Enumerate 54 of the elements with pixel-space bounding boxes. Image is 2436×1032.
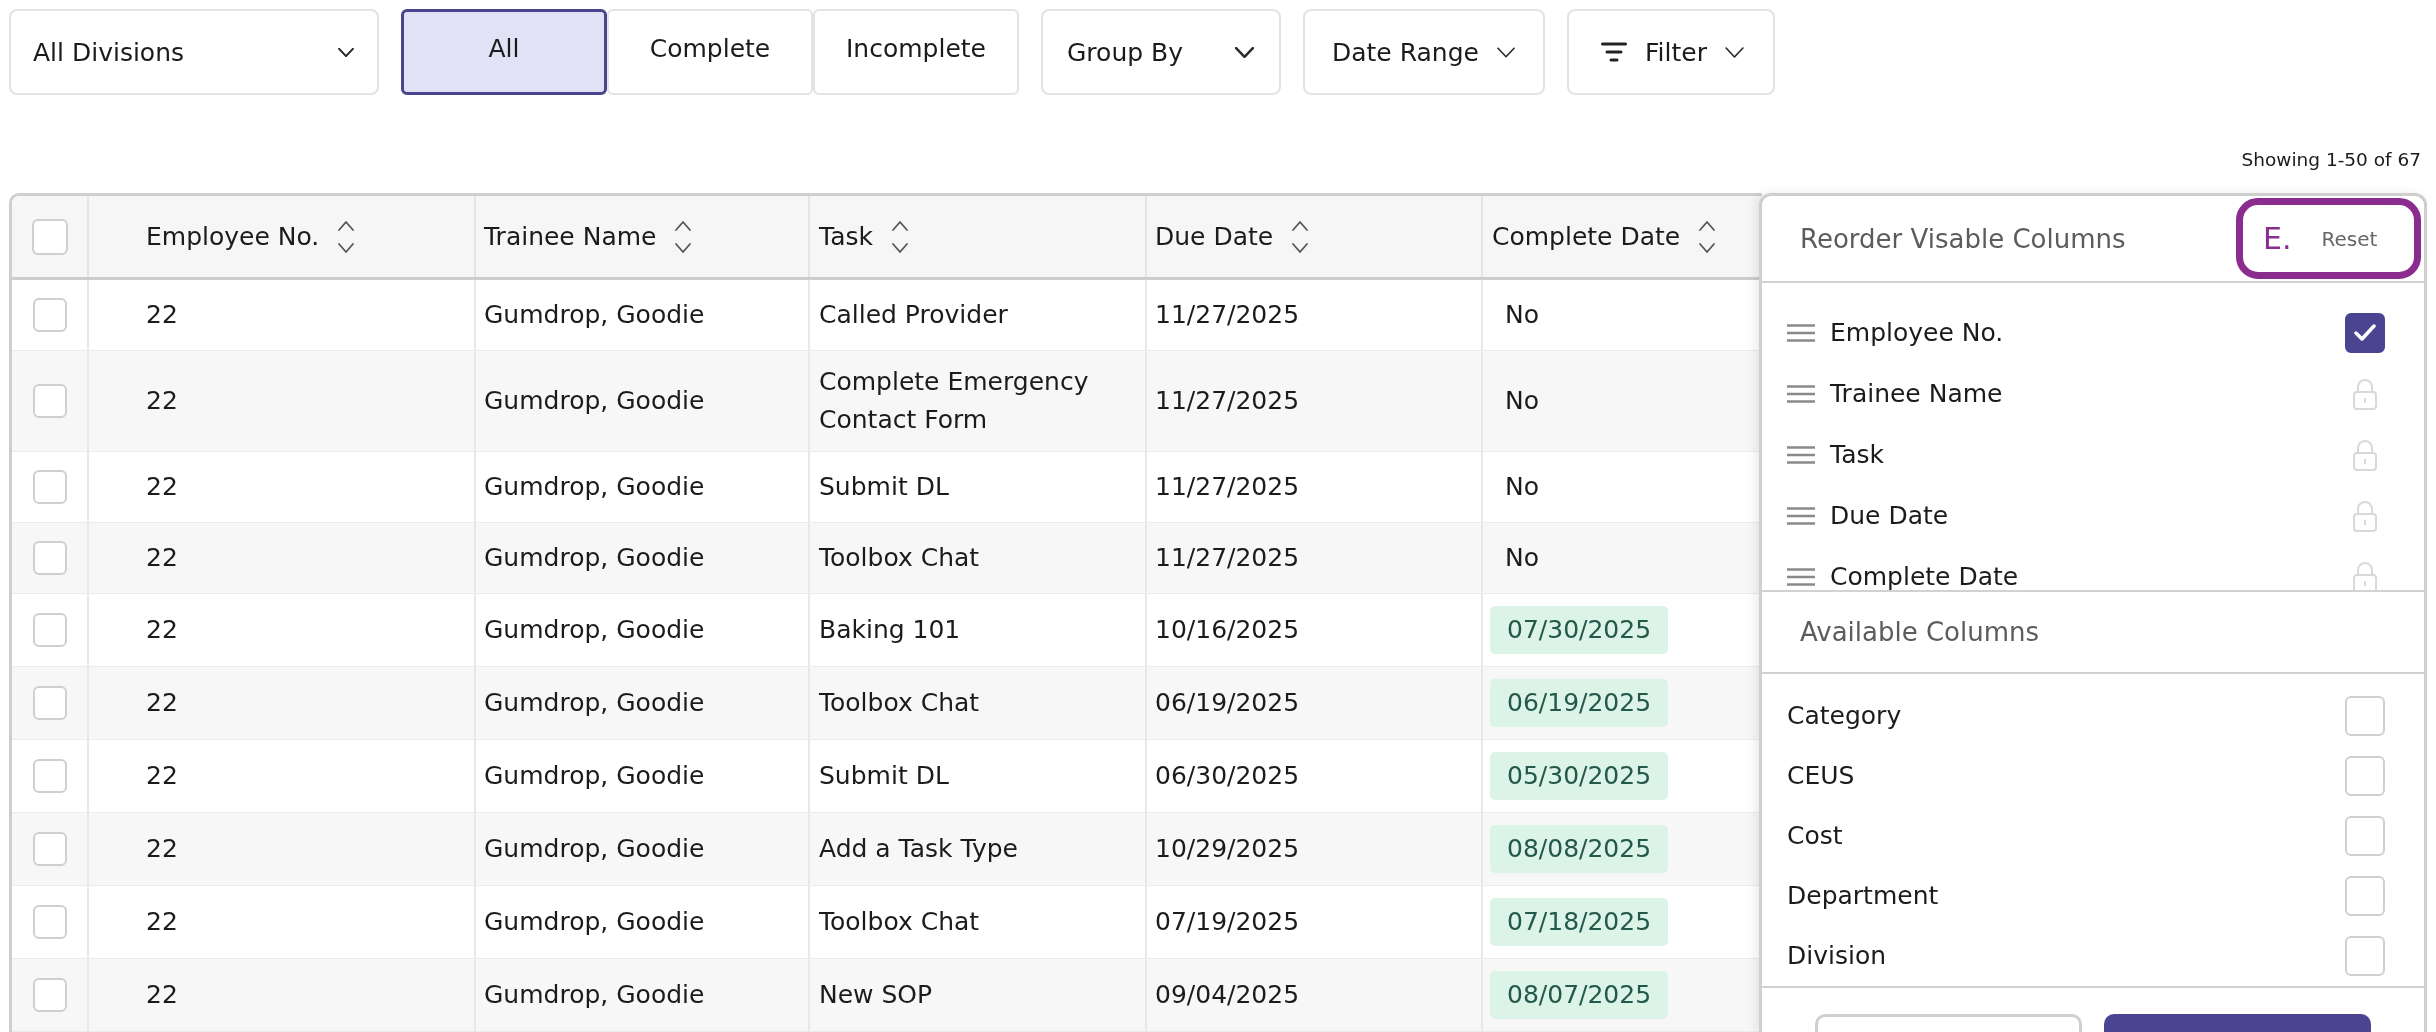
completion-date-badge: 05/30/2025	[1490, 752, 1669, 800]
completion-date-badge: 08/08/2025	[1490, 825, 1669, 873]
drag-handle-icon[interactable]	[1787, 384, 1815, 403]
completion-date-badge: 06/19/2025	[1490, 679, 1669, 727]
lock-icon	[2352, 377, 2378, 410]
reset-button[interactable]: Reset	[2321, 226, 2378, 251]
date-range-select[interactable]: Date Range	[1303, 9, 1545, 95]
column-option: Category	[1787, 701, 2345, 731]
primary-button[interactable]	[2104, 1014, 2371, 1032]
secondary-button[interactable]	[1815, 1014, 2082, 1032]
filter-button[interactable]: Filter	[1567, 9, 1775, 95]
panel-title: Reorder Visable Columns	[1800, 223, 2126, 254]
status-tab[interactable]: Incomplete	[813, 9, 1019, 95]
drag-handle-icon[interactable]	[1787, 323, 1815, 342]
completion-date-badge: 07/30/2025	[1490, 606, 1669, 654]
column-option: Department	[1787, 881, 2345, 911]
table-cell: New SOP	[808, 959, 1145, 1031]
column-option: Cost	[1787, 821, 2345, 851]
annotation-label: E.	[2263, 221, 2292, 256]
chevron-down-icon	[1724, 46, 1744, 58]
filter-icon	[1601, 42, 1627, 62]
table-cell: Gumdrop, Goodie	[474, 959, 808, 1031]
column-header[interactable]: Complete Date	[1492, 218, 1717, 255]
column-header[interactable]: Due Date	[1155, 218, 1310, 255]
status-tab[interactable]: Complete	[607, 9, 813, 95]
column-option: Division	[1787, 941, 2345, 971]
chevron-down-icon	[1235, 46, 1254, 58]
column-header[interactable]: Employee No.	[146, 218, 356, 255]
lock-icon	[2352, 499, 2378, 532]
division-select[interactable]: All Divisions	[9, 9, 379, 95]
column-option: CEUS	[1787, 761, 2345, 791]
column-option: Employee No.	[1830, 317, 2345, 348]
table-cell: 22	[87, 959, 474, 1031]
checkbox[interactable]	[2345, 312, 2385, 353]
column-option: Due Date	[1830, 500, 2345, 531]
section-title: Available Columns	[1800, 617, 2040, 647]
status-tab[interactable]: All	[401, 9, 607, 95]
column-option: Complete Date	[1830, 561, 2345, 590]
result-count: Showing 1-50 of 67	[2241, 148, 2421, 172]
column-header[interactable]: Trainee Name	[484, 218, 693, 255]
completion-date-badge: 07/18/2025	[1490, 898, 1669, 946]
column-option: Trainee Name	[1830, 378, 2345, 409]
chevron-down-icon	[1496, 46, 1515, 58]
column-option: Task	[1830, 439, 2345, 470]
group-by-select[interactable]: Group By	[1041, 9, 1281, 95]
drag-handle-icon[interactable]	[1787, 445, 1815, 464]
column-header[interactable]: Task	[819, 218, 909, 255]
check-icon	[2354, 324, 2376, 341]
drag-handle-icon[interactable]	[1787, 506, 1815, 525]
completion-date-badge: 08/07/2025	[1490, 971, 1669, 1019]
chevron-down-icon	[338, 47, 354, 57]
drag-handle-icon[interactable]	[1787, 567, 1815, 586]
table-cell: 09/04/2025	[1145, 959, 1481, 1031]
lock-icon	[2352, 438, 2378, 471]
